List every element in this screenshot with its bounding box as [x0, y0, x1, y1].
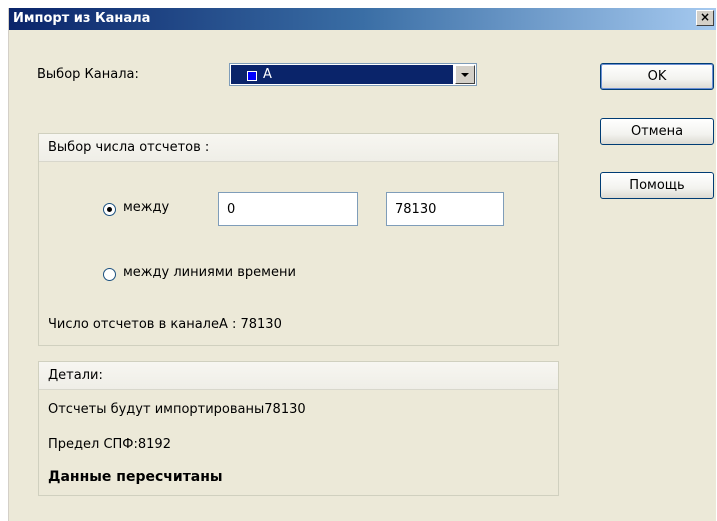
channel-color-swatch	[247, 71, 257, 81]
from-sample-input[interactable]	[218, 192, 358, 226]
samples-group-header: Выбор числа отсчетов :	[39, 134, 558, 162]
channel-label: Выбор Канала:	[37, 67, 139, 82]
close-button[interactable]: ×	[696, 10, 714, 26]
details-group: Детали: Отсчеты будут импортированы78130…	[38, 361, 559, 496]
cancel-button[interactable]: Отмена	[600, 118, 714, 145]
close-icon: ×	[699, 10, 711, 24]
channel-selected-value: A	[231, 65, 453, 84]
to-sample-input[interactable]	[386, 192, 504, 226]
channel-selected-text: A	[263, 67, 272, 82]
channel-select[interactable]: A	[229, 63, 477, 86]
import-dialog: Импорт из Канала × Выбор Канала: A OK От…	[8, 8, 716, 521]
fft-limit-text: Предел СПФ:8192	[48, 437, 171, 452]
chevron-down-icon[interactable]	[455, 65, 475, 84]
dialog-title: Импорт из Канала	[13, 11, 151, 26]
samples-group: Выбор числа отсчетов : между между линия…	[38, 133, 559, 346]
radio-between[interactable]	[103, 203, 116, 216]
ok-button[interactable]: OK	[600, 63, 714, 90]
help-button[interactable]: Помощь	[600, 172, 714, 199]
import-count-text: Отсчеты будут импортированы78130	[48, 402, 306, 417]
recalc-status-text: Данные пересчитаны	[48, 469, 223, 485]
radio-between-label: между	[123, 200, 170, 215]
radio-timelines-label: между линиями времени	[123, 265, 296, 280]
details-group-header: Детали:	[39, 362, 558, 390]
title-bar[interactable]: Импорт из Канала ×	[9, 8, 716, 30]
sample-count-text: Число отсчетов в каналеA : 78130	[48, 317, 282, 332]
radio-between-timelines[interactable]	[103, 268, 116, 281]
